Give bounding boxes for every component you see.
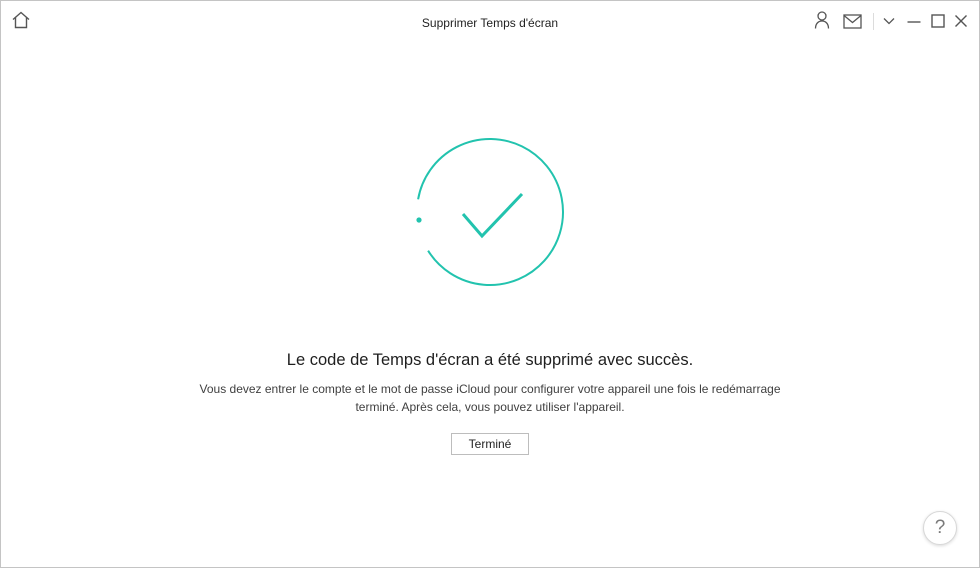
chevron-down-icon (883, 18, 895, 25)
menu-dropdown-button[interactable] (883, 17, 895, 25)
maximize-icon (931, 14, 945, 28)
minimize-button[interactable] (907, 16, 921, 28)
app-window: Supprimer Temps d'écran Le code de Temps… (0, 0, 980, 568)
success-description: Vous devez entrer le compte et le mot de… (61, 380, 919, 416)
window-title: Supprimer Temps d'écran (421, 16, 559, 30)
feedback-mail-button[interactable] (843, 14, 862, 29)
done-button[interactable]: Terminé (451, 433, 529, 455)
success-ring (417, 138, 564, 286)
description-line: terminé. Après cela, vous pouvez utilise… (355, 400, 625, 414)
titlebar-divider (873, 13, 874, 30)
help-icon[interactable]: ? (923, 511, 957, 545)
close-icon (955, 15, 967, 27)
close-button[interactable] (954, 14, 968, 28)
account-button[interactable] (814, 11, 830, 29)
description-line: Vous devez entrer le compte et le mot de… (199, 382, 781, 396)
success-heading: Le code de Temps d'écran a été supprimé … (286, 351, 694, 369)
user-icon (814, 11, 830, 29)
home-icon (12, 11, 30, 29)
home-button[interactable] (11, 10, 31, 30)
title-bar: Supprimer Temps d'écran (1, 1, 979, 43)
mail-icon (843, 14, 862, 29)
success-check-icon (416, 138, 564, 286)
minimize-icon (907, 21, 921, 23)
success-ring-dot (416, 217, 422, 223)
checkmark (461, 192, 524, 239)
maximize-button[interactable] (931, 14, 945, 28)
